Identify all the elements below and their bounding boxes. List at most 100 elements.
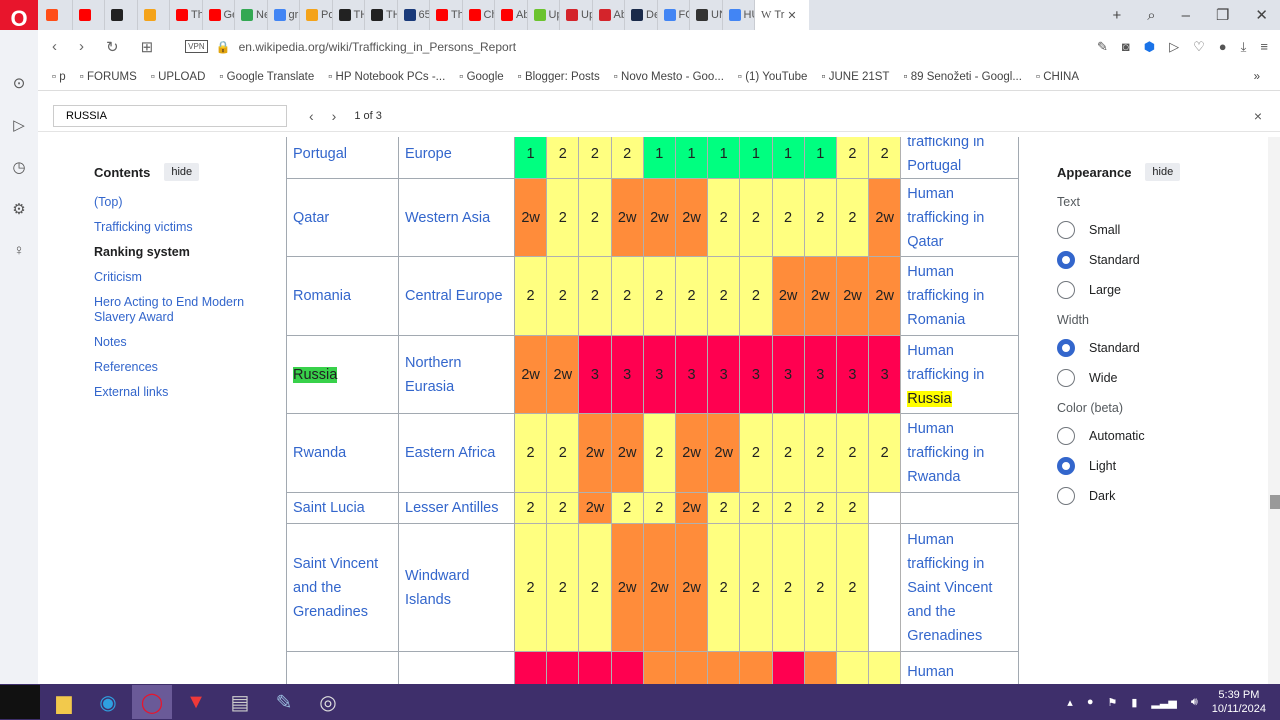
- bookmark[interactable]: ▫ CHINA: [1036, 71, 1079, 83]
- scrollbar[interactable]: [1268, 137, 1280, 684]
- toc-item[interactable]: (Top): [94, 195, 254, 210]
- article-link-cell[interactable]: trafficking in Portugal: [900, 137, 1020, 179]
- forward-button[interactable]: ›: [79, 38, 84, 56]
- bookmark[interactable]: ▫ FORUMS: [80, 71, 137, 83]
- tab[interactable]: Ge: [203, 0, 235, 30]
- radio-option[interactable]: Large: [1057, 281, 1237, 299]
- country-link[interactable]: Rwanda: [293, 445, 346, 461]
- find-prev-button[interactable]: ‹: [309, 108, 314, 124]
- article-link[interactable]: trafficking in Portugal: [907, 137, 984, 174]
- minimize-button[interactable]: –: [1182, 7, 1190, 24]
- radio-option[interactable]: Standard: [1057, 339, 1237, 357]
- back-button[interactable]: ‹: [52, 38, 57, 56]
- bookmark[interactable]: ▫ (1) YouTube: [738, 71, 808, 83]
- tab[interactable]: Ab: [495, 0, 528, 30]
- country-cell[interactable]: Saint Vincent and the Grenadines: [286, 523, 399, 652]
- country-link[interactable]: Saint Lucia: [293, 500, 365, 516]
- camera-icon[interactable]: ◙: [1122, 39, 1130, 55]
- tab[interactable]: Ne: [235, 0, 268, 30]
- lock-icon[interactable]: 🔒: [216, 40, 231, 54]
- article-link-cell[interactable]: Human trafficking in Qatar: [900, 178, 1020, 257]
- country-link[interactable]: Romania: [293, 288, 351, 304]
- restore-button[interactable]: ❐: [1216, 6, 1229, 24]
- tab[interactable]: HU: [723, 0, 755, 30]
- tab[interactable]: [138, 0, 170, 30]
- toc-item[interactable]: Trafficking victims: [94, 220, 254, 235]
- close-tab-icon[interactable]: ✕: [787, 9, 796, 22]
- bookmark[interactable]: ▫ Novo Mesto - Goo...: [614, 71, 724, 83]
- toc-item[interactable]: References: [94, 360, 254, 375]
- tab[interactable]: Up: [560, 0, 593, 30]
- radio-button[interactable]: [1057, 221, 1075, 239]
- flag-icon[interactable]: ⚑: [1107, 696, 1117, 709]
- appearance-hide-button[interactable]: hide: [1145, 163, 1181, 181]
- radio-option[interactable]: Standard: [1057, 251, 1237, 269]
- article-link-cell[interactable]: Human: [900, 651, 1020, 684]
- article-link[interactable]: Human trafficking in Saint Vincent and t…: [907, 532, 992, 644]
- heart-icon[interactable]: ♡: [1193, 39, 1205, 55]
- profile-icon[interactable]: ●: [1219, 39, 1227, 55]
- bookmark[interactable]: ▫ p: [52, 71, 66, 83]
- article-link[interactable]: Human trafficking in Rwanda: [907, 421, 984, 485]
- bookmark[interactable]: ▫ Blogger: Posts: [518, 71, 600, 83]
- tabs-grid-icon[interactable]: ⊞: [141, 38, 154, 56]
- article-link[interactable]: Human trafficking in Qatar: [907, 186, 984, 250]
- tab[interactable]: Th: [170, 0, 203, 30]
- article-link-cell[interactable]: [900, 492, 1020, 524]
- edit-icon[interactable]: ✎: [1097, 39, 1108, 55]
- tab[interactable]: FO: [658, 0, 690, 30]
- bookmark[interactable]: ▫ HP Notebook PCs -...: [328, 71, 445, 83]
- tab[interactable]: 65: [398, 0, 430, 30]
- region-cell[interactable]: Windward Islands: [398, 523, 515, 652]
- bookmark[interactable]: ▫ JUNE 21ST: [821, 71, 889, 83]
- tray-expand-icon[interactable]: ▴: [1067, 696, 1073, 709]
- tab[interactable]: Up: [528, 0, 560, 30]
- country-cell[interactable]: Portugal: [286, 137, 399, 179]
- history-icon[interactable]: ◷: [12, 158, 25, 176]
- tab[interactable]: [73, 0, 105, 30]
- article-link[interactable]: Human trafficking in: [907, 343, 984, 383]
- tab[interactable]: Po: [300, 0, 333, 30]
- radio-button[interactable]: [1057, 339, 1075, 357]
- country-cell[interactable]: Rwanda: [286, 413, 399, 493]
- country-cell[interactable]: Romania: [286, 256, 399, 336]
- obs-icon[interactable]: ◎: [308, 685, 348, 719]
- toc-item[interactable]: Hero Acting to End Modern Slavery Award: [94, 295, 254, 325]
- country-cell[interactable]: Qatar: [286, 178, 399, 257]
- region-cell[interactable]: Eastern Africa: [398, 413, 515, 493]
- bookmark[interactable]: ▫ 89 Senožeti - Googl...: [903, 71, 1022, 83]
- shield-icon[interactable]: ⬢: [1144, 39, 1155, 55]
- tab[interactable]: UN: [690, 0, 723, 30]
- country-link[interactable]: Portugal: [293, 146, 347, 162]
- tab[interactable]: Ab: [593, 0, 625, 30]
- country-link[interactable]: Saint Vincent and the Grenadines: [293, 556, 378, 620]
- tab[interactable]: [105, 0, 138, 30]
- file-explorer-icon[interactable]: ▆: [44, 685, 84, 719]
- radio-button[interactable]: [1057, 487, 1075, 505]
- article-link-cell[interactable]: Human trafficking in Romania: [900, 256, 1020, 336]
- new-tab-button[interactable]: +: [1112, 7, 1121, 24]
- find-close-button[interactable]: ×: [1254, 108, 1262, 124]
- region-cell[interactable]: Western Asia: [398, 178, 515, 257]
- article-link-cell[interactable]: Human trafficking in Saint Vincent and t…: [900, 523, 1020, 652]
- toc-item[interactable]: Notes: [94, 335, 254, 350]
- radio-button[interactable]: [1057, 427, 1075, 445]
- country-link[interactable]: Qatar: [293, 210, 329, 226]
- radio-button[interactable]: [1057, 251, 1075, 269]
- toc-item[interactable]: External links: [94, 385, 254, 400]
- tab[interactable]: Ch: [463, 0, 495, 30]
- edge-icon[interactable]: ◉: [88, 685, 128, 719]
- country-cell[interactable]: Russia: [286, 335, 399, 414]
- send-icon[interactable]: ▷: [1169, 39, 1179, 55]
- app-icon[interactable]: ▤: [220, 685, 260, 719]
- bookmark[interactable]: ▫ Google Translate: [219, 71, 314, 83]
- bookmarks-more-icon[interactable]: »: [1254, 71, 1260, 83]
- radio-button[interactable]: [1057, 369, 1075, 387]
- vivaldi-icon[interactable]: ▼: [176, 685, 216, 719]
- radio-option[interactable]: Dark: [1057, 487, 1237, 505]
- country-cell[interactable]: [286, 651, 399, 684]
- find-input[interactable]: [53, 104, 287, 127]
- radio-button[interactable]: [1057, 457, 1075, 475]
- article-link-cell[interactable]: Human trafficking in Russia: [900, 335, 1020, 414]
- country-link[interactable]: Russia: [293, 366, 338, 383]
